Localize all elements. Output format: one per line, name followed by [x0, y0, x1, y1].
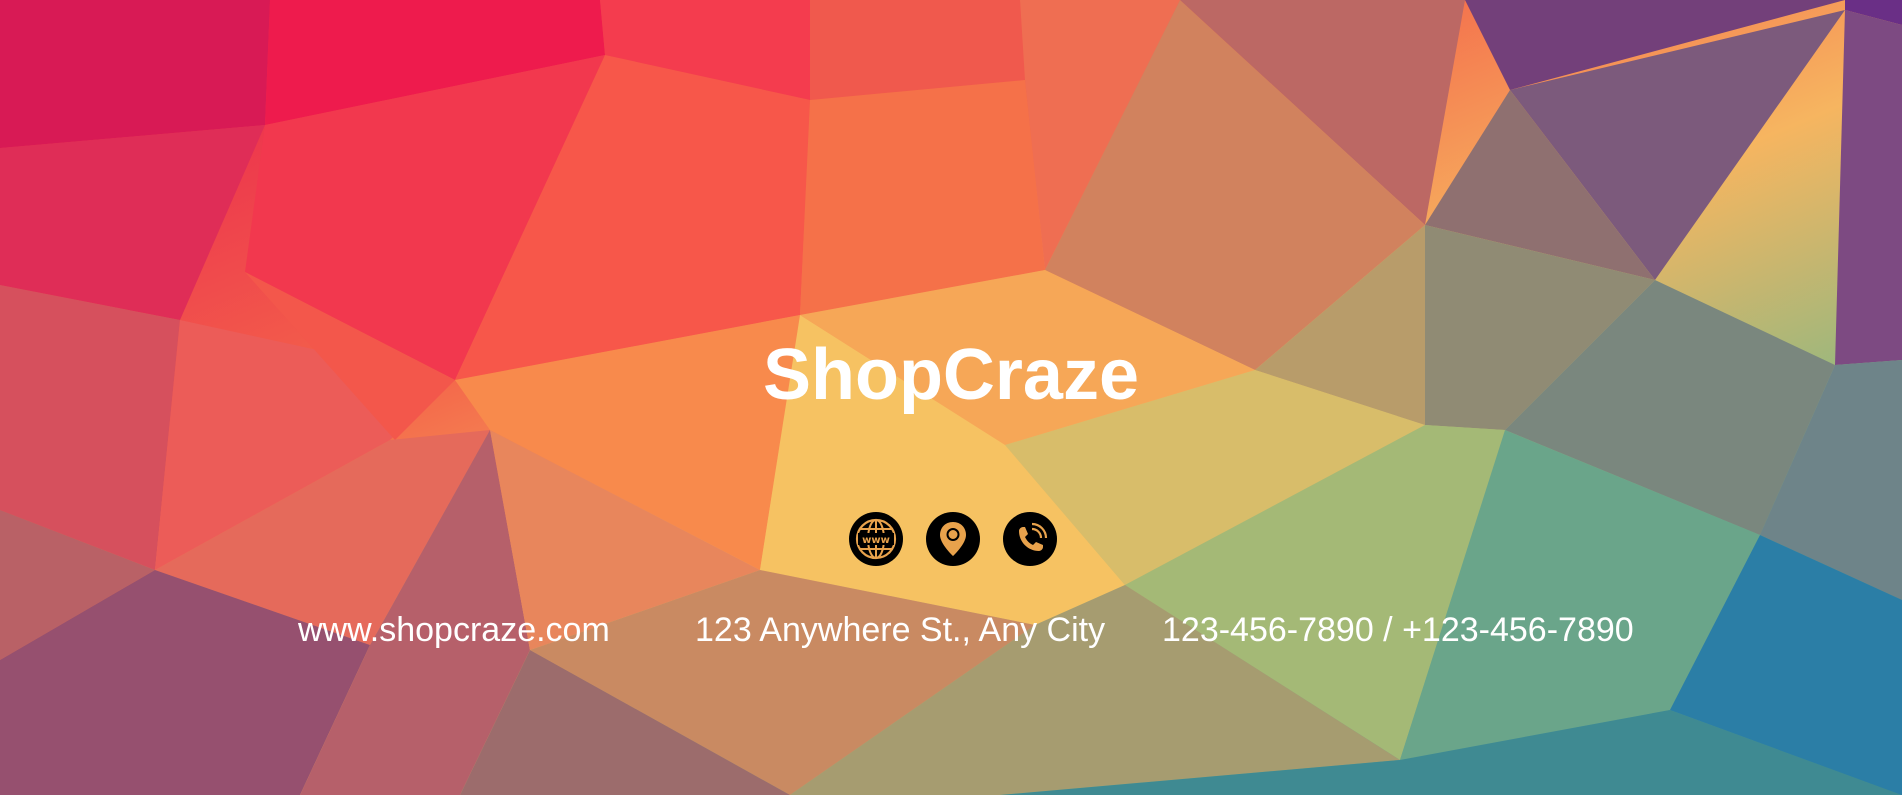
contact-icons: www [849, 512, 1057, 566]
phone-icon [1003, 512, 1057, 566]
business-banner: ShopCraze www www.shopcraze.com 123 Anyw… [0, 0, 1902, 795]
website-text[interactable]: www.shopcraze.com [298, 608, 610, 652]
globe-www-icon: www [849, 512, 903, 566]
location-pin-icon [926, 512, 980, 566]
phone-text[interactable]: 123-456-7890 / +123-456-7890 [1162, 608, 1634, 652]
brand-title: ShopCraze [762, 335, 1140, 415]
address-text: 123 Anywhere St., Any City [695, 611, 1106, 649]
svg-text:www: www [862, 535, 890, 546]
